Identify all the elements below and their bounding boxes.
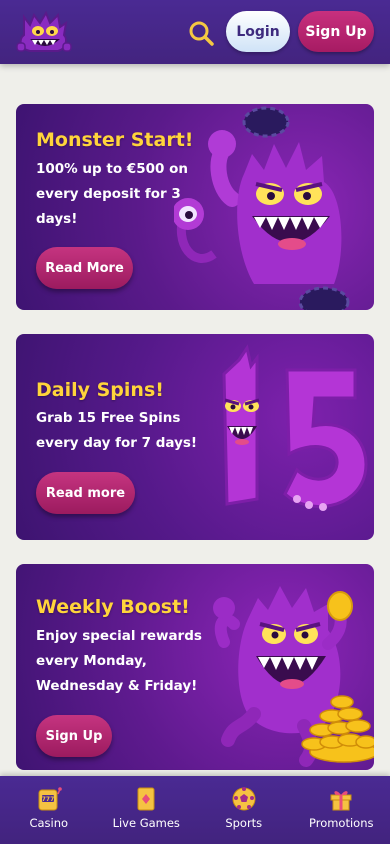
nav-label: Promotions [308, 816, 374, 830]
soccer-ball-icon [232, 787, 256, 811]
promo-description: 100% up to €500 on every deposit for 3 d… [36, 161, 188, 227]
nav-item-casino[interactable]: 777 Casino [0, 776, 98, 844]
signup-button[interactable]: Sign Up [298, 11, 374, 52]
signup-button[interactable]: Sign Up [36, 715, 112, 757]
gift-icon [330, 791, 352, 811]
bottom-navigation: 777 Casino Live Games Sports Promotions [0, 776, 390, 844]
read-more-button[interactable]: Read More [36, 247, 133, 289]
slot-machine-icon: 777 [38, 787, 62, 811]
promo-description: Enjoy special rewards every Monday, Wedn… [36, 628, 202, 694]
promo-card-monster-start[interactable]: Monster Start! 100% up to €500 on every … [16, 104, 374, 310]
promo-card-weekly-boost[interactable]: Weekly Boost! Enjoy special rewards ever… [16, 564, 374, 770]
promo-title: Weekly Boost! [36, 596, 190, 618]
nav-item-live-games[interactable]: Live Games [98, 776, 196, 844]
promo-title: Monster Start! [36, 129, 194, 151]
weekly-boost-illustration [194, 564, 374, 770]
daily-spins-illustration [199, 334, 374, 540]
promo-title: Daily Spins! [36, 379, 164, 401]
search-icon[interactable] [186, 18, 216, 48]
read-more-button[interactable]: Read more [36, 472, 135, 514]
monster-logo[interactable] [14, 9, 74, 55]
nav-label: Casino [29, 816, 69, 830]
nav-item-promotions[interactable]: Promotions [293, 776, 390, 844]
nav-item-sports[interactable]: Sports [195, 776, 293, 844]
login-button[interactable]: Login [226, 11, 290, 52]
nav-label: Sports [225, 816, 263, 830]
svg-text:777: 777 [41, 796, 54, 803]
promo-description: Grab 15 Free Spins every day for 7 days! [36, 410, 198, 451]
promo-card-daily-spins[interactable]: Daily Spins! Grab 15 Free Spins every da… [16, 334, 374, 540]
nav-label: Live Games [112, 816, 180, 830]
top-header: Login Sign Up [0, 0, 390, 64]
playing-card-icon [137, 787, 155, 811]
